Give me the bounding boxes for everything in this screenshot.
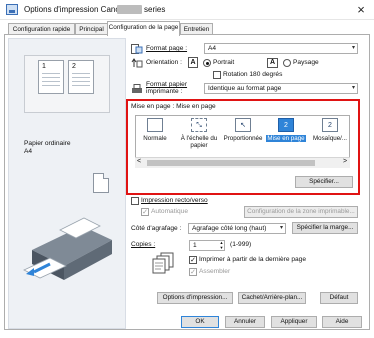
page-size-icon (131, 44, 143, 54)
orientation-icon (131, 58, 143, 68)
stapling-side-label: Côté d'agrafage : (131, 225, 182, 232)
fit-to-paper-icon: ⤡ (191, 118, 207, 132)
chevron-down-icon: ▾ (351, 85, 355, 91)
duplex-auto-checkbox[interactable]: ✓ (141, 208, 149, 216)
page-layout-icon: 2 (278, 118, 294, 132)
page-size-select[interactable]: A4 ▾ (204, 43, 358, 54)
preview-text-lines (42, 73, 60, 89)
help-button[interactable]: Aide (322, 316, 362, 328)
paper-sheet-icon (93, 173, 109, 193)
stamp-background-button[interactable]: Cachet/Arrière-plan... (238, 292, 306, 304)
layout-option-label: Mosaïque/... (312, 135, 348, 142)
landscape-label: Paysage (293, 59, 319, 66)
layout-option-scaled[interactable]: ↖ Proportionnée (222, 118, 264, 142)
ok-button[interactable]: OK (181, 316, 219, 328)
layout-option-label: Proportionnée (223, 135, 263, 142)
collate-label: Assembler (199, 268, 231, 275)
portrait-label: Portrait (213, 59, 235, 66)
collate-checkbox[interactable]: ✓ (189, 268, 197, 276)
printer-paper-icon (132, 84, 142, 93)
rotate-180-checkbox[interactable] (213, 71, 221, 79)
scaled-layout-icon: ↖ (235, 118, 251, 132)
chevron-down-icon: ▾ (279, 225, 283, 231)
tiling-layout-icon: 2 (322, 118, 338, 132)
page-size-value: A4 (208, 45, 217, 52)
specify-button[interactable]: Spécifier... (295, 176, 353, 188)
rotate-180-label: Rotation 180 degrés (223, 71, 283, 78)
orientation-label: Orientation : (146, 59, 182, 66)
portrait-radio[interactable] (203, 59, 211, 67)
portrait-icon: A (188, 57, 198, 68)
landscape-icon: A (267, 58, 278, 68)
layout-option-label: À l'échelle du papier (180, 135, 218, 149)
redacted-model-name (117, 5, 142, 14)
scroll-thumb[interactable] (147, 160, 315, 166)
copies-range: (1-999) (230, 241, 252, 248)
preview-page-number: 2 (72, 63, 76, 70)
defaults-button[interactable]: Défaut (320, 292, 358, 304)
page-layout-label: Mise en page : Mise en page (131, 103, 216, 110)
duplex-checkbox[interactable] (131, 197, 139, 205)
layout-preview (24, 55, 110, 113)
duplex-auto-label: Automatique (151, 208, 189, 215)
printer-paper-select[interactable]: Identique au format page ▾ (204, 83, 358, 94)
cancel-button[interactable]: Annuler (225, 316, 265, 328)
print-area-button[interactable]: Configuration de la zone imprimable... (244, 206, 358, 218)
chevron-down-icon: ▾ (351, 45, 355, 51)
apply-button[interactable]: Appliquer (271, 316, 317, 328)
media-info: Papier ordinaire A4 (24, 140, 71, 156)
printer-paper-label: Format papier imprimante : (146, 81, 187, 95)
printer-app-icon (6, 4, 18, 15)
reverse-order-label: Imprimer à partir de la dernière page (199, 256, 307, 263)
layout-option-label: Normale (143, 135, 167, 142)
layout-option-tiling[interactable]: 2 Mosaïque/... (309, 118, 351, 142)
copies-stack-icon (152, 252, 174, 274)
preview-text-lines (72, 73, 90, 89)
print-options-button[interactable]: Options d'impression... (157, 292, 233, 304)
specify-margin-button[interactable]: Spécifier la marge... (292, 222, 358, 234)
preview-page-number: 1 (42, 63, 46, 70)
tab-page-setup[interactable]: Configuration de la page (107, 21, 180, 36)
scroll-right-icon[interactable]: > (343, 158, 347, 165)
stapling-side-value: Agrafage côté long (haut) (192, 225, 267, 232)
normal-layout-icon (147, 118, 163, 132)
preview-page-2: 2 (68, 60, 94, 94)
paper-size-text: A4 (24, 148, 33, 155)
scroll-left-icon[interactable]: < (137, 158, 141, 165)
layout-option-label: Mise en page (266, 135, 306, 142)
printer-paper-value: Identique au format page (208, 85, 282, 92)
layout-option-fit-to-paper[interactable]: ⤡ À l'échelle du papier (178, 118, 220, 149)
page-size-label: Format page : (146, 45, 188, 52)
reverse-order-checkbox[interactable]: ✓ (189, 256, 197, 264)
stepper-down-icon[interactable]: ▼ (218, 245, 225, 250)
printer-paper-label-line2: imprimante : (146, 88, 183, 95)
stapling-side-select[interactable]: Agrafage côté long (haut) ▾ (188, 223, 286, 234)
window-title: Options d'impression Canon (24, 5, 125, 14)
window-title-suffix: series (144, 5, 166, 14)
printer-illustration-icon (23, 217, 112, 280)
printer-paper-label-line1: Format papier (146, 81, 188, 88)
layout-option-page-layout[interactable]: 2 Mise en page (265, 118, 307, 142)
preview-page-1: 1 (38, 60, 64, 94)
media-type-text: Papier ordinaire (24, 140, 71, 147)
duplex-label: Impression recto/verso (141, 197, 208, 204)
copies-label: Copies : (131, 241, 156, 248)
close-button[interactable]: × (350, 1, 372, 18)
layout-option-normal[interactable]: Normale (134, 118, 176, 142)
landscape-radio[interactable] (283, 59, 291, 67)
